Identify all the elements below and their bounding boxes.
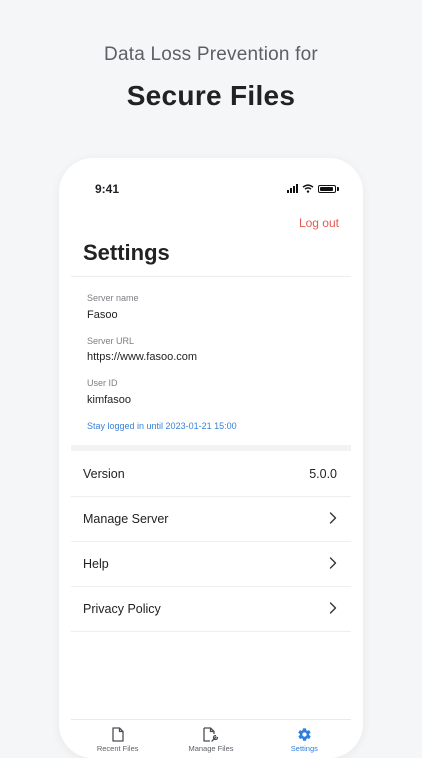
promo-headline: Data Loss Prevention for Secure Files bbox=[0, 44, 422, 112]
battery-icon bbox=[318, 184, 336, 193]
tab-recent-files-label: Recent Files bbox=[96, 744, 139, 753]
manage-server-label: Manage Server bbox=[83, 512, 169, 526]
document-wrench-icon bbox=[203, 726, 219, 742]
server-url-value: https://www.fasoo.com bbox=[87, 351, 198, 363]
stay-logged-in-text: Stay logged in until 2023-01-21 15:00 bbox=[87, 421, 237, 431]
status-time: 9:41 bbox=[95, 182, 120, 196]
wifi-icon bbox=[302, 184, 314, 193]
tab-settings[interactable]: Settings bbox=[258, 720, 351, 758]
account-info-panel: Server name Fasoo Server URL https://www… bbox=[71, 276, 351, 451]
menu-row-help[interactable]: Help bbox=[71, 542, 351, 587]
phone-frame: 9:41 Log out Settings Server name Fasoo … bbox=[59, 158, 363, 758]
help-label: Help bbox=[83, 557, 109, 571]
user-id-label: User ID bbox=[87, 378, 118, 388]
tab-manage-files[interactable]: Manage Files bbox=[164, 720, 257, 758]
tab-recent-files[interactable]: Recent Files bbox=[71, 720, 164, 758]
app-screen: 9:41 Log out Settings Server name Fasoo … bbox=[71, 178, 351, 758]
server-url-label: Server URL bbox=[87, 336, 135, 346]
page-title: Settings bbox=[83, 240, 170, 265]
chevron-right-icon bbox=[329, 512, 337, 524]
promo-subtitle: Data Loss Prevention for bbox=[104, 44, 318, 65]
menu-row-manage-server[interactable]: Manage Server bbox=[71, 497, 351, 542]
logout-button[interactable]: Log out bbox=[299, 216, 339, 230]
server-name-label: Server name bbox=[87, 293, 139, 303]
signal-icon bbox=[287, 184, 298, 193]
menu-row-privacy-policy[interactable]: Privacy Policy bbox=[71, 587, 351, 632]
version-value: 5.0.0 bbox=[309, 467, 337, 481]
settings-menu: Version 5.0.0 Manage Server Help Privacy… bbox=[71, 452, 351, 632]
version-label: Version bbox=[83, 467, 125, 481]
tab-settings-label: Settings bbox=[290, 744, 318, 753]
privacy-policy-label: Privacy Policy bbox=[83, 602, 161, 616]
tab-manage-files-label: Manage Files bbox=[188, 744, 234, 753]
status-icons bbox=[287, 184, 339, 193]
document-icon bbox=[112, 726, 124, 742]
chevron-right-icon bbox=[329, 602, 337, 614]
status-bar: 9:41 bbox=[71, 178, 351, 200]
gear-icon bbox=[298, 727, 311, 741]
chevron-right-icon bbox=[329, 557, 337, 569]
menu-row-version: Version 5.0.0 bbox=[71, 452, 351, 497]
tab-bar: Recent Files Manage Files Settings bbox=[71, 719, 351, 758]
user-id-value: kimfasoo bbox=[87, 394, 132, 406]
promo-title: Secure Files bbox=[126, 80, 296, 111]
server-name-value: Fasoo bbox=[87, 309, 118, 321]
